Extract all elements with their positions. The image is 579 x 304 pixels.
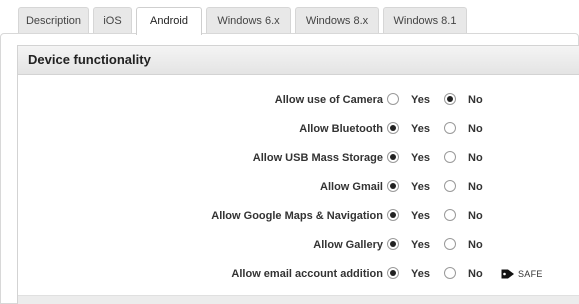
no-radio[interactable] [444,151,456,163]
yes-radio[interactable] [387,93,399,105]
setting-label: Allow Gallery [313,239,383,251]
no-radio[interactable] [444,180,456,192]
yes-label[interactable]: Yes [411,234,430,256]
setting-label: Allow email account addition [231,268,383,280]
setting-label: Allow Bluetooth [299,123,383,135]
yes-radio[interactable] [387,209,399,221]
no-radio[interactable] [444,267,456,279]
yes-label[interactable]: Yes [411,263,430,285]
tab-ios[interactable]: iOS [93,7,132,33]
safe-badge-label: SAFE [518,269,543,279]
no-label[interactable]: No [468,147,483,169]
setting-row-camera: Allow use of Camera Yes No [18,89,579,111]
setting-row-google-maps: Allow Google Maps & Navigation Yes No [18,205,579,227]
setting-row-usb-mass-storage: Allow USB Mass Storage Yes No [18,147,579,169]
no-label[interactable]: No [468,205,483,227]
section-footer [18,295,579,304]
setting-label: Allow Gmail [320,181,383,193]
setting-row-gallery: Allow Gallery Yes No [18,234,579,256]
policy-editor: Description iOS Android Windows 6.x Wind… [0,0,579,304]
yes-label[interactable]: Yes [411,118,430,140]
yes-label[interactable]: Yes [411,89,430,111]
yes-radio[interactable] [387,180,399,192]
no-radio[interactable] [444,238,456,250]
yes-label[interactable]: Yes [411,176,430,198]
tab-description[interactable]: Description [18,7,89,33]
tab-windows-8x[interactable]: Windows 8.x [295,7,379,33]
setting-row-bluetooth: Allow Bluetooth Yes No [18,118,579,140]
tag-icon [501,269,514,279]
setting-row-gmail: Allow Gmail Yes No [18,176,579,198]
device-functionality-section: Device functionality Allow use of Camera… [17,45,579,304]
no-radio[interactable] [444,122,456,134]
tab-windows-6x[interactable]: Windows 6.x [206,7,291,33]
no-label[interactable]: No [468,89,483,111]
yes-radio[interactable] [387,151,399,163]
yes-radio[interactable] [387,238,399,250]
tab-windows-81[interactable]: Windows 8.1 [383,7,467,33]
yes-radio[interactable] [387,122,399,134]
yes-radio[interactable] [387,267,399,279]
yes-label[interactable]: Yes [411,147,430,169]
section-title: Device functionality [18,46,579,75]
no-label[interactable]: No [468,176,483,198]
no-radio[interactable] [444,93,456,105]
yes-label[interactable]: Yes [411,205,430,227]
no-radio[interactable] [444,209,456,221]
no-label[interactable]: No [468,118,483,140]
setting-label: Allow use of Camera [274,94,383,106]
setting-row-email-account: Allow email account addition Yes No SAFE [18,263,579,285]
tab-android[interactable]: Android [136,7,202,35]
setting-label: Allow Google Maps & Navigation [211,210,383,222]
no-label[interactable]: No [468,234,483,256]
no-label[interactable]: No [468,263,483,285]
setting-label: Allow USB Mass Storage [252,152,383,164]
